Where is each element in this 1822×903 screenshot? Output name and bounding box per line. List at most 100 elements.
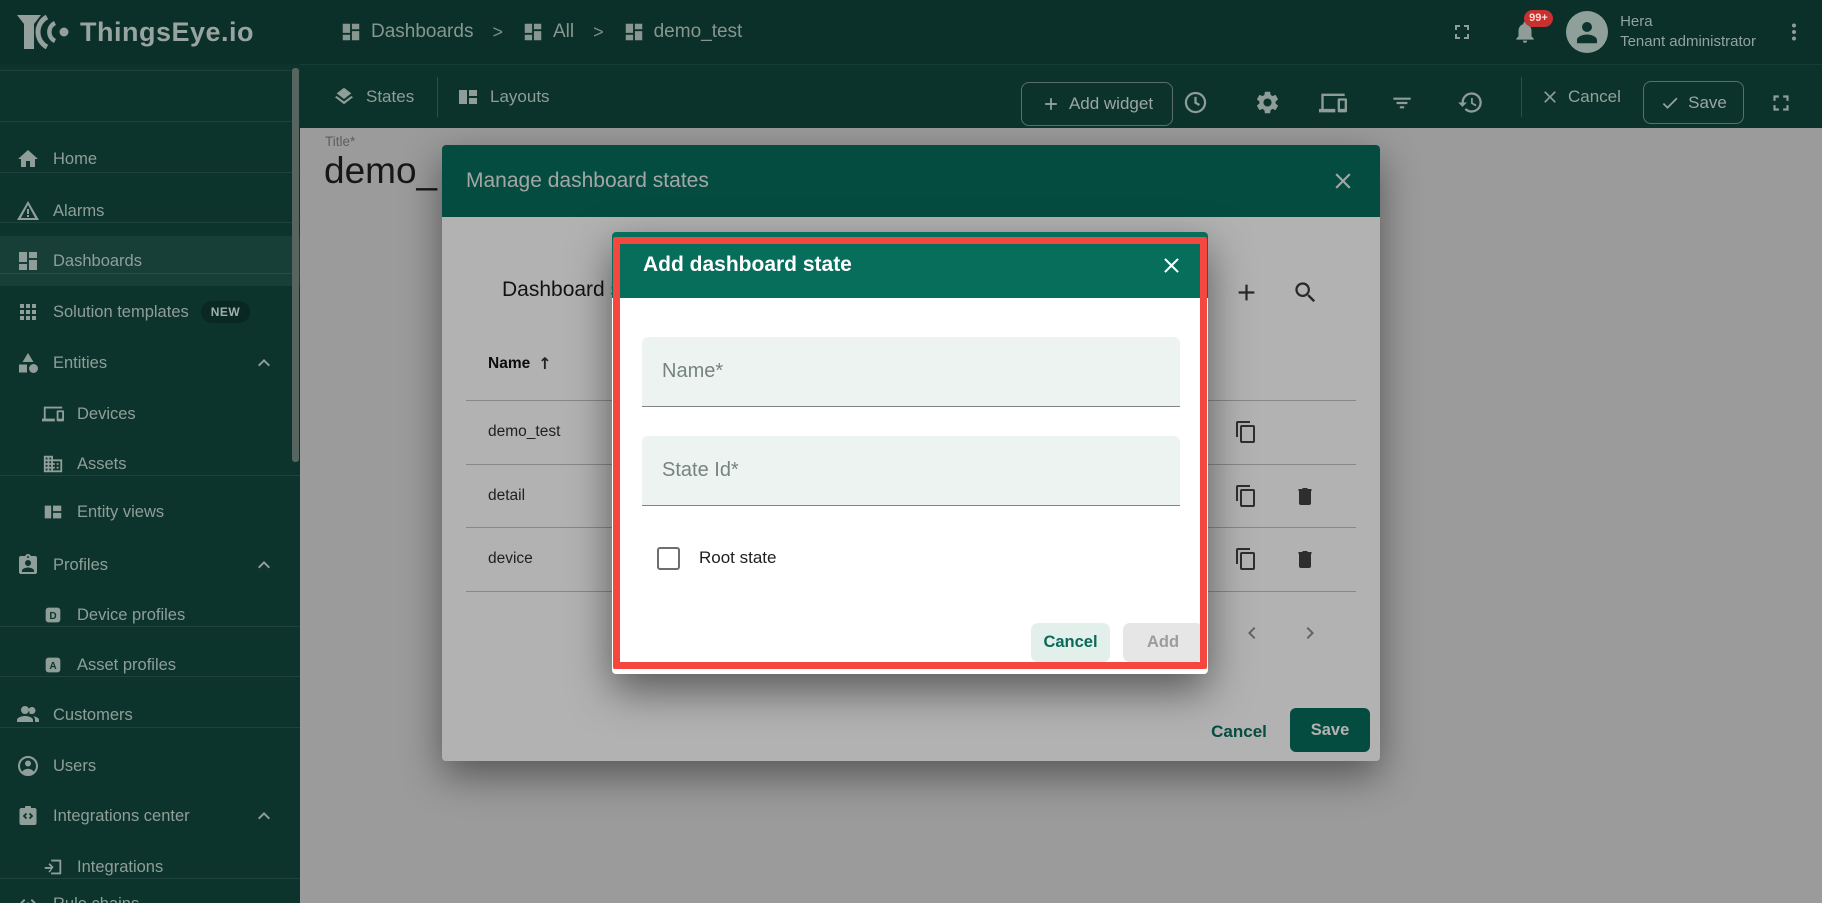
name-input-field[interactable]: Name* bbox=[642, 337, 1180, 407]
breadcrumb: Dashboards > All > demo_test bbox=[340, 0, 742, 64]
header-menu-button[interactable] bbox=[1782, 20, 1806, 44]
app-logo[interactable]: ThingsEye.io bbox=[14, 11, 254, 53]
chevron-up-icon[interactable] bbox=[252, 351, 276, 375]
title-field-value[interactable]: demo_ bbox=[324, 150, 437, 192]
name-input-placeholder: Name* bbox=[662, 360, 723, 383]
close-icon[interactable] bbox=[1330, 168, 1356, 194]
breadcrumb-item-all[interactable]: All bbox=[522, 21, 574, 43]
sidebar-item-home[interactable]: Home bbox=[0, 134, 300, 184]
delete-trash-icon[interactable] bbox=[1293, 484, 1317, 508]
breadcrumb-item-demo-test[interactable]: demo_test bbox=[623, 21, 743, 43]
layout-icon bbox=[456, 85, 480, 109]
fullscreen-icon bbox=[1450, 20, 1474, 44]
state-row-name: detail bbox=[488, 487, 525, 505]
page-previous-icon[interactable] bbox=[1240, 621, 1264, 645]
sidebar-item-customers[interactable]: Customers bbox=[0, 690, 300, 740]
add-dialog-add-button[interactable]: Add bbox=[1123, 623, 1203, 662]
sidebar-item-device-profiles[interactable]: D Device profiles bbox=[0, 590, 300, 640]
entity-aliases-devices-icon[interactable] bbox=[1319, 89, 1347, 117]
sidebar-item-asset-profiles[interactable]: A Asset profiles bbox=[0, 640, 300, 690]
toolbar-cancel-button[interactable]: Cancel bbox=[1540, 65, 1621, 129]
sidebar-item-assets[interactable]: Assets bbox=[0, 439, 300, 489]
account-circle-icon bbox=[16, 754, 40, 778]
entities-shapes-icon bbox=[16, 351, 40, 375]
fullscreen-icon[interactable] bbox=[1768, 90, 1794, 116]
sidebar-item-solution-templates[interactable]: Solution templates NEW bbox=[0, 287, 300, 337]
chevron-up-icon[interactable] bbox=[252, 804, 276, 828]
people-icon bbox=[16, 703, 40, 727]
devices-icon bbox=[42, 403, 64, 425]
chevron-up-icon[interactable] bbox=[252, 553, 276, 577]
add-dialog-title: Add dashboard state bbox=[643, 253, 852, 277]
breadcrumb-separator: > bbox=[593, 22, 604, 43]
user-avatar[interactable] bbox=[1566, 11, 1608, 53]
integration-arrow-icon bbox=[42, 856, 64, 878]
search-icon[interactable] bbox=[1292, 279, 1319, 306]
sidebar-item-profiles[interactable]: Profiles bbox=[0, 540, 300, 590]
copy-icon[interactable] bbox=[1234, 547, 1258, 571]
asset-profile-icon: A bbox=[42, 654, 64, 676]
delete-trash-icon[interactable] bbox=[1293, 547, 1317, 571]
close-icon[interactable] bbox=[1159, 253, 1184, 278]
add-dialog-cancel-button[interactable]: Cancel bbox=[1031, 623, 1110, 662]
new-badge: NEW bbox=[201, 301, 251, 323]
check-icon bbox=[1660, 93, 1680, 113]
column-header-name[interactable]: Name ↑ bbox=[488, 354, 552, 373]
sidebar-item-devices[interactable]: Devices bbox=[0, 389, 300, 439]
layouts-button[interactable]: Layouts bbox=[456, 65, 550, 129]
home-icon bbox=[16, 147, 40, 171]
sidebar-item-entities[interactable]: Entities bbox=[0, 338, 300, 388]
user-name: Hera bbox=[1620, 12, 1756, 32]
notifications-button[interactable]: 99+ bbox=[1512, 19, 1538, 45]
page-next-icon[interactable] bbox=[1298, 621, 1322, 645]
root-state-checkbox[interactable] bbox=[657, 547, 680, 570]
state-id-input-placeholder: State Id* bbox=[662, 459, 739, 482]
add-widget-button[interactable]: Add widget bbox=[1021, 82, 1173, 126]
sidebar-item-users[interactable]: Users bbox=[0, 741, 300, 791]
sidebar-scrollbar[interactable] bbox=[292, 68, 299, 462]
layers-icon bbox=[332, 85, 356, 109]
notification-badge: 99+ bbox=[1524, 10, 1553, 27]
state-id-input-field[interactable]: State Id* bbox=[642, 436, 1180, 506]
settings-gear-icon[interactable] bbox=[1254, 89, 1281, 116]
states-button[interactable]: States bbox=[332, 65, 414, 129]
breadcrumb-item-dashboards[interactable]: Dashboards bbox=[340, 21, 473, 43]
user-role: Tenant administrator bbox=[1620, 32, 1756, 52]
app-header: ThingsEye.io Dashboards > All > demo_tes… bbox=[0, 0, 1822, 64]
copy-icon[interactable] bbox=[1234, 484, 1258, 508]
root-state-label: Root state bbox=[699, 548, 777, 568]
add-dashboard-state-dialog: Add dashboard state Name* State Id* Root… bbox=[612, 232, 1208, 674]
apps-grid-icon bbox=[16, 300, 40, 324]
time-window-clock-icon[interactable] bbox=[1182, 89, 1209, 116]
dashboard-icon bbox=[16, 249, 40, 273]
device-profile-icon: D bbox=[42, 604, 64, 626]
manage-cancel-button[interactable]: Cancel bbox=[1202, 717, 1276, 747]
add-state-plus-icon[interactable] bbox=[1233, 279, 1260, 306]
toolbar-save-button[interactable]: Save bbox=[1643, 81, 1744, 124]
fullscreen-button[interactable] bbox=[1450, 20, 1474, 44]
building-icon bbox=[42, 453, 64, 475]
sidebar-item-entity-views[interactable]: Entity views bbox=[0, 487, 300, 537]
copy-icon[interactable] bbox=[1234, 420, 1258, 444]
manage-dialog-header: Manage dashboard states bbox=[442, 145, 1380, 217]
state-row-name: device bbox=[488, 550, 533, 568]
state-row-name: demo_test bbox=[488, 423, 560, 441]
sidebar-item-alarms[interactable]: Alarms bbox=[0, 186, 300, 236]
root-state-checkbox-row: Root state bbox=[657, 543, 777, 573]
sidebar-item-dashboards[interactable]: Dashboards bbox=[0, 236, 300, 286]
filter-icon[interactable] bbox=[1389, 90, 1415, 116]
close-x-icon bbox=[1540, 87, 1560, 107]
sidebar-item-integrations-center[interactable]: Integrations center bbox=[0, 791, 300, 841]
dashboard-icon bbox=[522, 21, 544, 43]
user-info[interactable]: Hera Tenant administrator bbox=[1620, 12, 1756, 52]
dashboard-icon bbox=[340, 21, 362, 43]
dashboard-icon bbox=[623, 21, 645, 43]
integrations-center-icon bbox=[16, 804, 40, 828]
add-dialog-header: Add dashboard state bbox=[612, 232, 1208, 298]
profile-badge-icon bbox=[16, 553, 40, 577]
manage-dialog-title: Manage dashboard states bbox=[466, 169, 709, 193]
plus-icon bbox=[1041, 94, 1061, 114]
version-history-icon[interactable] bbox=[1457, 89, 1484, 116]
sidebar-item-rule-chains[interactable]: Rule chains bbox=[0, 879, 300, 903]
manage-save-button[interactable]: Save bbox=[1290, 708, 1370, 752]
